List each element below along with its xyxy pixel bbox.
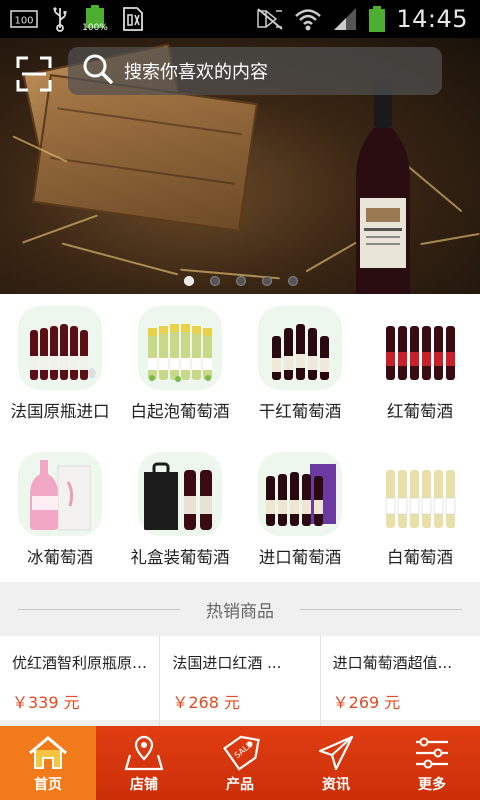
- clock: 14:45: [396, 5, 468, 33]
- scan-icon[interactable]: [14, 54, 54, 94]
- wifi-icon: [294, 7, 322, 31]
- sparkling-white-wine-icon: [138, 306, 222, 390]
- section-title: 热销商品: [194, 596, 286, 622]
- category-grid: 法国原瓶进口 白起泡葡萄酒 干红葡萄酒 红葡萄酒 冰葡萄酒 礼盒装葡萄酒 进口葡…: [0, 294, 480, 582]
- tab-home[interactable]: 首页: [0, 726, 96, 800]
- white-wine-icon: [378, 452, 462, 536]
- tab-label: 更多: [418, 777, 446, 793]
- search-bar: 搜索你喜欢的内容: [0, 46, 480, 98]
- category-label: 干红葡萄酒: [258, 402, 342, 421]
- battery-icon: 100%: [82, 3, 108, 35]
- battery-percent: 100%: [82, 23, 108, 33]
- status-bar: 100 100% 14:45: [0, 0, 480, 38]
- tab-label: 产品: [226, 777, 254, 793]
- product-price: ￥268 元: [172, 693, 240, 712]
- red-wine-icon: [378, 306, 462, 390]
- sim-icon: [122, 6, 144, 32]
- category-label: 白葡萄酒: [387, 548, 453, 567]
- carousel-dot[interactable]: [288, 276, 298, 286]
- category-item[interactable]: 冰葡萄酒: [0, 434, 120, 582]
- carousel-dots: [0, 276, 480, 286]
- tab-more[interactable]: 更多: [384, 726, 480, 800]
- ice-wine-icon: [18, 452, 102, 536]
- carousel-dot[interactable]: [236, 276, 246, 286]
- category-item[interactable]: 白葡萄酒: [360, 434, 480, 582]
- product-name: 进口葡萄酒超值...: [332, 654, 452, 672]
- product-name: 法国进口红酒 ...: [172, 654, 282, 672]
- imported-wine-icon: [258, 452, 342, 536]
- category-label: 礼盒装葡萄酒: [130, 548, 230, 567]
- product-card[interactable]: 进口葡萄酒超值... ￥269 元: [320, 636, 480, 726]
- product-price: ￥339 元: [12, 693, 80, 712]
- battery-full-icon: [368, 5, 386, 33]
- bottom-nav: 首页 店铺 SALE 产品 资讯 更多: [0, 726, 480, 800]
- tab-products[interactable]: SALE 产品: [192, 726, 288, 800]
- tab-label: 店铺: [130, 777, 158, 793]
- divider: [300, 609, 462, 610]
- search-input[interactable]: 搜索你喜欢的内容: [68, 47, 442, 95]
- category-label: 红葡萄酒: [387, 402, 453, 421]
- tab-label: 资讯: [322, 777, 350, 793]
- mute-icon: [256, 7, 284, 31]
- category-item[interactable]: 红葡萄酒: [360, 294, 480, 434]
- category-item[interactable]: 进口葡萄酒: [240, 434, 360, 582]
- category-label: 冰葡萄酒: [27, 548, 93, 567]
- search-icon: [82, 53, 114, 89]
- wine-bottle-image: [356, 78, 410, 294]
- product-list: 优红酒智利原瓶原装... ￥339 元 法国进口红酒 ... ￥268 元 进口…: [0, 636, 480, 726]
- carousel-dot[interactable]: [184, 276, 194, 286]
- dry-red-wine-icon: [258, 306, 342, 390]
- divider: [18, 609, 180, 610]
- search-placeholder: 搜索你喜欢的内容: [124, 62, 268, 83]
- product-card[interactable]: 法国进口红酒 ... ￥268 元: [160, 636, 321, 726]
- category-item[interactable]: 礼盒装葡萄酒: [120, 434, 240, 582]
- signal-icon: [332, 6, 358, 32]
- carousel-dot[interactable]: [210, 276, 220, 286]
- category-item[interactable]: 白起泡葡萄酒: [120, 294, 240, 434]
- paper-plane-icon: [316, 734, 356, 772]
- category-label: 白起泡葡萄酒: [130, 402, 230, 421]
- sale-tag-icon: SALE: [220, 734, 260, 772]
- category-item[interactable]: 法国原瓶进口: [0, 294, 120, 434]
- usb-icon: [52, 6, 68, 32]
- red-wine-bottles-icon: [18, 306, 102, 390]
- tab-news[interactable]: 资讯: [288, 726, 384, 800]
- tab-store[interactable]: 店铺: [96, 726, 192, 800]
- hot-section-header: 热销商品: [0, 582, 480, 636]
- sliders-icon: [412, 734, 452, 772]
- category-label: 进口葡萄酒: [258, 548, 342, 567]
- carousel-dot[interactable]: [262, 276, 272, 286]
- svg-text:100: 100: [14, 16, 33, 27]
- tab-label: 首页: [34, 777, 62, 793]
- home-icon: [28, 734, 68, 772]
- gift-box-wine-icon: [138, 452, 222, 536]
- promo-banner[interactable]: 搜索你喜欢的内容: [0, 38, 480, 294]
- product-price: ￥269 元: [332, 693, 401, 712]
- product-card[interactable]: 优红酒智利原瓶原装... ￥339 元: [0, 636, 161, 726]
- category-item[interactable]: 干红葡萄酒: [240, 294, 360, 434]
- screen-icon: 100: [10, 9, 38, 29]
- store-map-icon: [124, 734, 164, 772]
- category-label: 法国原瓶进口: [10, 402, 110, 421]
- product-name: 优红酒智利原瓶原装...: [12, 654, 150, 672]
